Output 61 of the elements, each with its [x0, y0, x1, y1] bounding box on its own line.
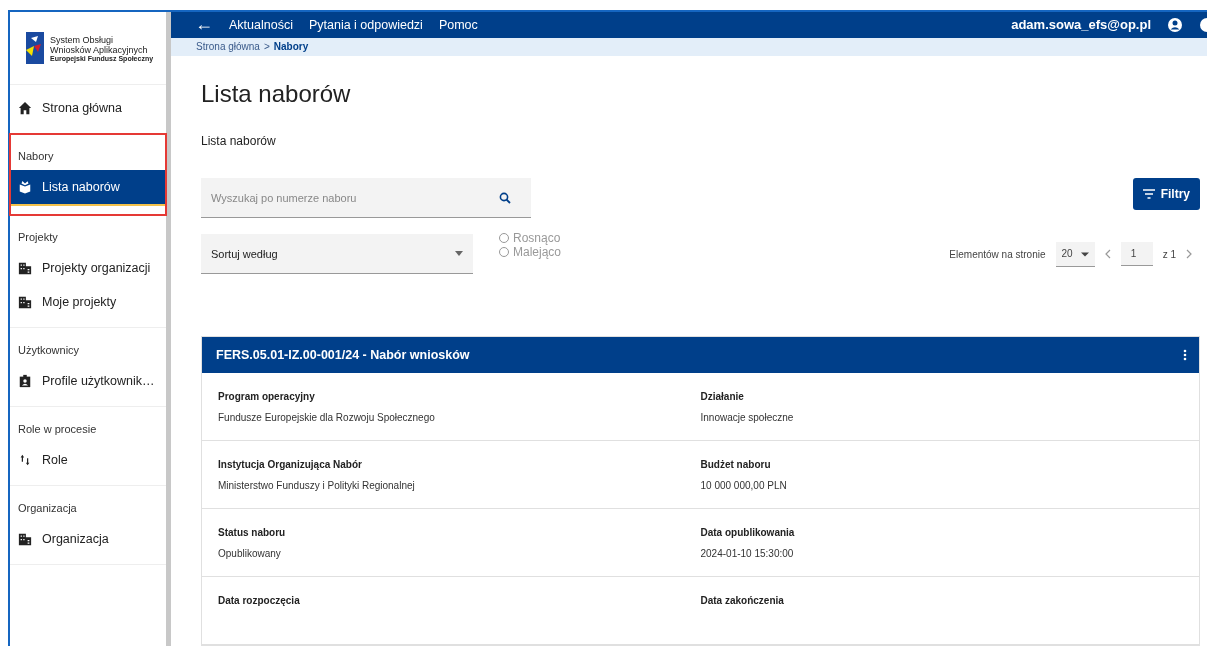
field-value: Fundusze Europejskie dla Rozwoju Społecznego: [218, 412, 436, 423]
logo-icon: [26, 32, 44, 64]
section-header: Organizacja: [17, 501, 78, 516]
account-icon[interactable]: [1167, 16, 1183, 33]
logo-subtitle: Wniosków Aplikacyjnych: [50, 44, 148, 55]
search-field[interactable]: Wyszukaj po numerze naboru: [201, 178, 531, 218]
caret-icon: [455, 251, 463, 256]
building-icon: [18, 532, 32, 546]
page-subtitle: Lista naborów: [201, 134, 277, 148]
page-size-label: Elementów na stronie: [949, 248, 1046, 260]
section-header: Projekty: [17, 230, 59, 245]
field-label: Data rozpoczęcia: [218, 595, 301, 606]
sidebar-item[interactable]: Lista naborów: [10, 170, 166, 206]
building-icon: [18, 295, 32, 309]
field-value: 10 000 000,00 PLN: [700, 480, 788, 491]
field-label: Status naboru: [218, 527, 287, 538]
field-value: 2024-01-10 15:30:00: [700, 548, 795, 559]
contrast-icon[interactable]: [1199, 16, 1207, 33]
card-header: FERS.05.01-IZ.00-001/24 - Nabór wniosków: [202, 337, 1199, 373]
filter-icon: [1142, 189, 1155, 199]
sidebar-item[interactable]: Role: [10, 443, 166, 477]
breadcrumb-link[interactable]: Strona główna: [196, 41, 260, 53]
sort-icon: [18, 453, 32, 467]
page-size-select[interactable]: 20: [1055, 241, 1095, 267]
sidebar-item[interactable]: Strona główna: [10, 91, 166, 125]
more-icon[interactable]: [1183, 349, 1187, 361]
sort-dropdown[interactable]: Sortuj według: [201, 234, 473, 274]
field-label: Program operacyjny: [218, 391, 316, 402]
user-email[interactable]: adam.sowa_efs@op.pl: [1011, 17, 1151, 33]
section-header: Nabory: [17, 149, 55, 164]
search-icon[interactable]: [499, 192, 511, 204]
section-header: Użytkownicy: [17, 343, 81, 358]
field-label: Instytucja Organizująca Nabór: [218, 459, 363, 470]
field-value: Opublikowany: [218, 548, 282, 559]
logo-title: System Obsługi: [50, 34, 115, 45]
sidebar-item[interactable]: Moje projekty: [10, 285, 166, 319]
field-value: Ministerstwo Funduszy i Polityki Regionalnej: [218, 480, 416, 491]
chevron-left-icon[interactable]: [1104, 249, 1111, 259]
field-label: Data opublikowania: [700, 527, 796, 538]
breadcrumb-current: Nabory: [273, 41, 309, 53]
section-header: Role w procesie: [17, 422, 98, 437]
badge-icon: [18, 374, 32, 388]
field-label: Data zakończenia: [700, 595, 785, 606]
page-count: z 1: [1162, 248, 1176, 260]
filters-button[interactable]: Filtry: [1132, 178, 1200, 210]
nav-link[interactable]: Pytania i odpowiedzi: [308, 17, 423, 32]
sidebar-item[interactable]: Profile użytkownik…: [10, 364, 166, 398]
page-title: Lista naborów: [201, 80, 352, 108]
field-value: Innowacje społeczne: [700, 412, 795, 423]
page-number-field[interactable]: 1: [1120, 242, 1153, 266]
chevron-right-icon[interactable]: [1186, 249, 1192, 259]
sidebar-item[interactable]: Projekty organizacji: [10, 251, 166, 285]
field-label: Działanie: [700, 391, 745, 402]
field-label: Budżet naboru: [700, 459, 772, 470]
breadcrumb-separator: >: [263, 41, 270, 53]
home-icon: [18, 101, 32, 115]
nav-link[interactable]: Aktualności: [229, 17, 293, 32]
back-arrow[interactable]: ←: [195, 14, 213, 36]
sidebar-item[interactable]: Organizacja: [10, 522, 166, 556]
building-icon: [18, 261, 32, 275]
nav-link[interactable]: Pomoc: [438, 17, 478, 32]
